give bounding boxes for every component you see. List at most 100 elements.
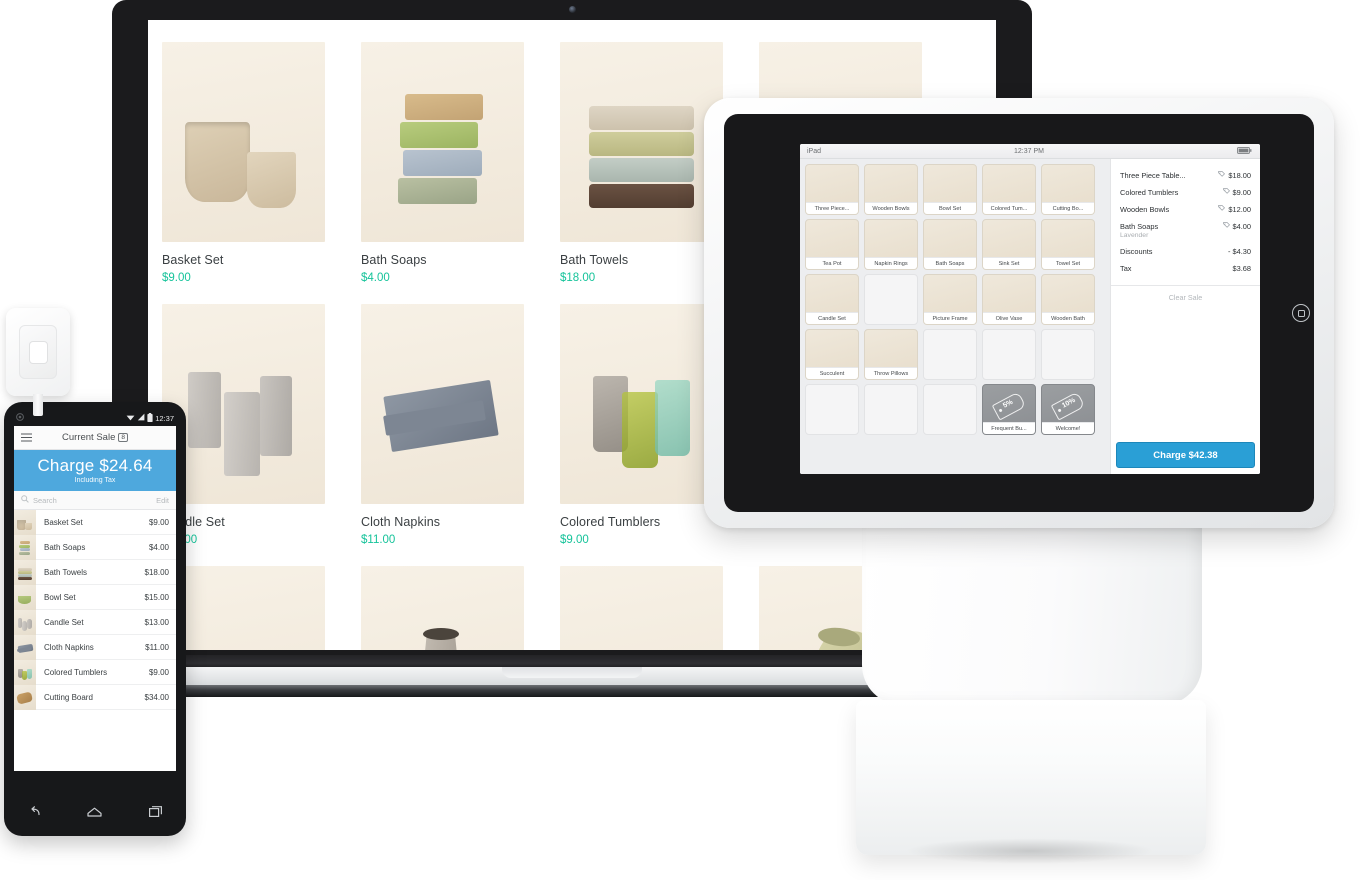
- charge-button[interactable]: Charge $42.38: [1116, 442, 1255, 468]
- phone-wifi-icon: [126, 413, 135, 423]
- item-name: Bath Towels: [44, 567, 87, 577]
- product-image: [162, 566, 325, 650]
- list-item[interactable]: Bath Soaps $4.00: [14, 534, 176, 560]
- cart-item-name: Colored Tumblers: [1120, 188, 1179, 197]
- empty-tile: [923, 329, 977, 380]
- reader-inner-square: [19, 325, 57, 379]
- tile-label: Towel Set: [1042, 257, 1094, 269]
- product-card[interactable]: Candle Set $13.00: [162, 304, 342, 546]
- tablet-home-button[interactable]: [1292, 304, 1310, 322]
- tile-label: Napkin Rings: [865, 257, 917, 269]
- list-item[interactable]: Basket Set $9.00: [14, 509, 176, 535]
- cart-line-item[interactable]: Discounts - $4.30: [1120, 243, 1251, 260]
- cart-line-item[interactable]: Wooden Bowls $12.00: [1120, 201, 1251, 218]
- item-thumbnail: [14, 634, 36, 660]
- product-card[interactable]: Bath Soaps $4.00: [361, 42, 541, 284]
- search-icon: [21, 495, 29, 505]
- search-input[interactable]: Search: [33, 496, 57, 505]
- item-tile[interactable]: Candle Set: [805, 274, 859, 325]
- cart-item-amount: $4.00: [1232, 222, 1252, 231]
- product-card[interactable]: Basket Set $9.00: [162, 42, 342, 284]
- item-tile[interactable]: Picture Frame: [923, 274, 977, 325]
- item-tile[interactable]: 5% Frequent Bu...: [982, 384, 1036, 435]
- clear-sale-button[interactable]: Clear Sale: [1111, 286, 1260, 302]
- item-tile[interactable]: Bowl Set: [923, 164, 977, 215]
- item-tile[interactable]: Bath Soaps: [923, 219, 977, 270]
- item-thumbnail: [14, 659, 36, 685]
- tile-label: Olive Vase: [983, 312, 1035, 324]
- tile-label: Frequent Bu...: [983, 422, 1035, 434]
- square-card-reader: [6, 308, 70, 426]
- phone-app-bar: Current Sale 8: [14, 426, 176, 450]
- empty-tile: [864, 274, 918, 325]
- tile-label: Cutting Bo...: [1042, 202, 1094, 214]
- product-card[interactable]: [361, 566, 541, 650]
- product-price: $4.00: [361, 272, 390, 284]
- cart-item-amount: $3.68: [1232, 264, 1252, 273]
- product-card[interactable]: Cloth Napkins $11.00: [361, 304, 541, 546]
- item-tile[interactable]: Wooden Bowls: [864, 164, 918, 215]
- cart-line-item[interactable]: Tax $3.68: [1120, 260, 1251, 277]
- list-item[interactable]: Cutting Board $34.00: [14, 684, 176, 710]
- laptop-notch: [502, 667, 642, 678]
- item-tile[interactable]: Olive Vase: [982, 274, 1036, 325]
- tile-label: Wooden Bowls: [865, 202, 917, 214]
- list-item[interactable]: Colored Tumblers $9.00: [14, 659, 176, 685]
- item-name: Candle Set: [44, 617, 84, 627]
- edit-button[interactable]: Edit: [156, 496, 169, 505]
- list-item[interactable]: Bath Towels $18.00: [14, 559, 176, 585]
- recents-icon[interactable]: [148, 804, 163, 822]
- phone-charge-button[interactable]: Charge $24.64 Including Tax: [14, 450, 176, 491]
- item-thumbnail: [14, 609, 36, 635]
- product-image: [361, 566, 524, 650]
- home-icon[interactable]: [87, 804, 103, 822]
- cart-line-item[interactable]: Three Piece Table... $18.00: [1120, 167, 1251, 184]
- tile-label: Candle Set: [806, 312, 858, 324]
- product-price: $13.00: [162, 534, 342, 546]
- price-tag-icon: [1218, 205, 1226, 214]
- tile-label: Tea Pot: [806, 257, 858, 269]
- back-icon[interactable]: [27, 804, 41, 822]
- phone-device: 12:37 Current Sale 8 Charge $24.64 Includ…: [4, 402, 186, 836]
- item-tile[interactable]: Wooden Bath: [1041, 274, 1095, 325]
- product-image: [162, 42, 325, 242]
- tile-label: Welcome!: [1042, 422, 1094, 434]
- cart-item-name: Bath Soaps: [1120, 222, 1159, 231]
- item-tile[interactable]: Cutting Bo...: [1041, 164, 1095, 215]
- cart-line-item[interactable]: Bath Soaps Lavender $4.00: [1120, 218, 1251, 243]
- item-tile[interactable]: Napkin Rings: [864, 219, 918, 270]
- item-tile[interactable]: 10% Welcome!: [1041, 384, 1095, 435]
- item-tile[interactable]: Three Piece...: [805, 164, 859, 215]
- discount-badge: 10%: [1061, 396, 1077, 410]
- tablet-stand-neck: [862, 500, 1202, 705]
- cart-item-name: Discounts: [1120, 247, 1153, 256]
- item-tile[interactable]: Succulent: [805, 329, 859, 380]
- tile-label: Sink Set: [983, 257, 1035, 269]
- item-name: Cloth Napkins: [44, 642, 94, 652]
- cart-item-amount: - $4.30: [1227, 247, 1251, 256]
- tile-label: Picture Frame: [924, 312, 976, 324]
- list-item[interactable]: Candle Set $13.00: [14, 609, 176, 635]
- empty-tile: [805, 384, 859, 435]
- item-tile[interactable]: Tea Pot: [805, 219, 859, 270]
- product-card[interactable]: [162, 566, 342, 650]
- product-card[interactable]: [560, 566, 740, 650]
- cart-count-badge: 8: [118, 433, 128, 442]
- item-tile[interactable]: Throw Pillows: [864, 329, 918, 380]
- cart-item-name: Wooden Bowls: [1120, 205, 1170, 214]
- list-item[interactable]: Bowl Set $15.00: [14, 584, 176, 610]
- product-name: Bath Soaps: [361, 253, 427, 267]
- laptop-camera-icon: [568, 6, 576, 13]
- hamburger-menu-icon[interactable]: [21, 429, 32, 447]
- ipad-main: Three Piece... Wooden Bowls Bowl Set Colore…: [800, 159, 1260, 474]
- item-tile[interactable]: Sink Set: [982, 219, 1036, 270]
- item-name: Colored Tumblers: [44, 667, 108, 677]
- list-item[interactable]: Cloth Napkins $11.00: [14, 634, 176, 660]
- product-price: $9.00: [560, 534, 589, 546]
- item-tile[interactable]: Towel Set: [1041, 219, 1095, 270]
- item-tile[interactable]: Colored Tum...: [982, 164, 1036, 215]
- cart-line-item[interactable]: Colored Tumblers $9.00: [1120, 184, 1251, 201]
- cart-item-amount: $9.00: [1232, 188, 1252, 197]
- price-tag-icon: [1218, 171, 1226, 180]
- phone-page-title: Current Sale 8: [14, 432, 176, 443]
